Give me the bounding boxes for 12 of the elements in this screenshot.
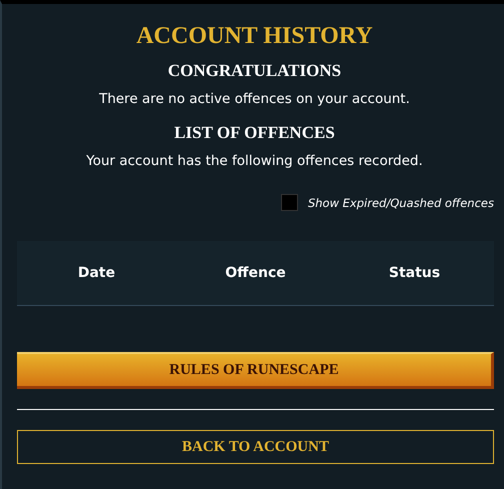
section-heading: LIST OF OFFENCES xyxy=(174,122,335,144)
section-text: There are no active offences on your account. xyxy=(99,90,410,108)
section-text: Your account has the following offences recorded. xyxy=(86,152,423,170)
rules-button[interactable]: RULES OF RUNESCAPE xyxy=(17,352,494,389)
back-button[interactable]: BACK TO ACCOUNT xyxy=(17,430,494,464)
column-header: Status xyxy=(388,265,440,281)
checkbox-label: Show Expired/Quashed offences xyxy=(308,196,494,210)
checkbox[interactable] xyxy=(280,194,298,211)
page-title: ACCOUNT HISTORY xyxy=(136,22,373,50)
column-header: Offence xyxy=(225,265,286,281)
column-header: Date xyxy=(78,265,116,281)
section-heading: CONGRATULATIONS xyxy=(168,60,342,82)
